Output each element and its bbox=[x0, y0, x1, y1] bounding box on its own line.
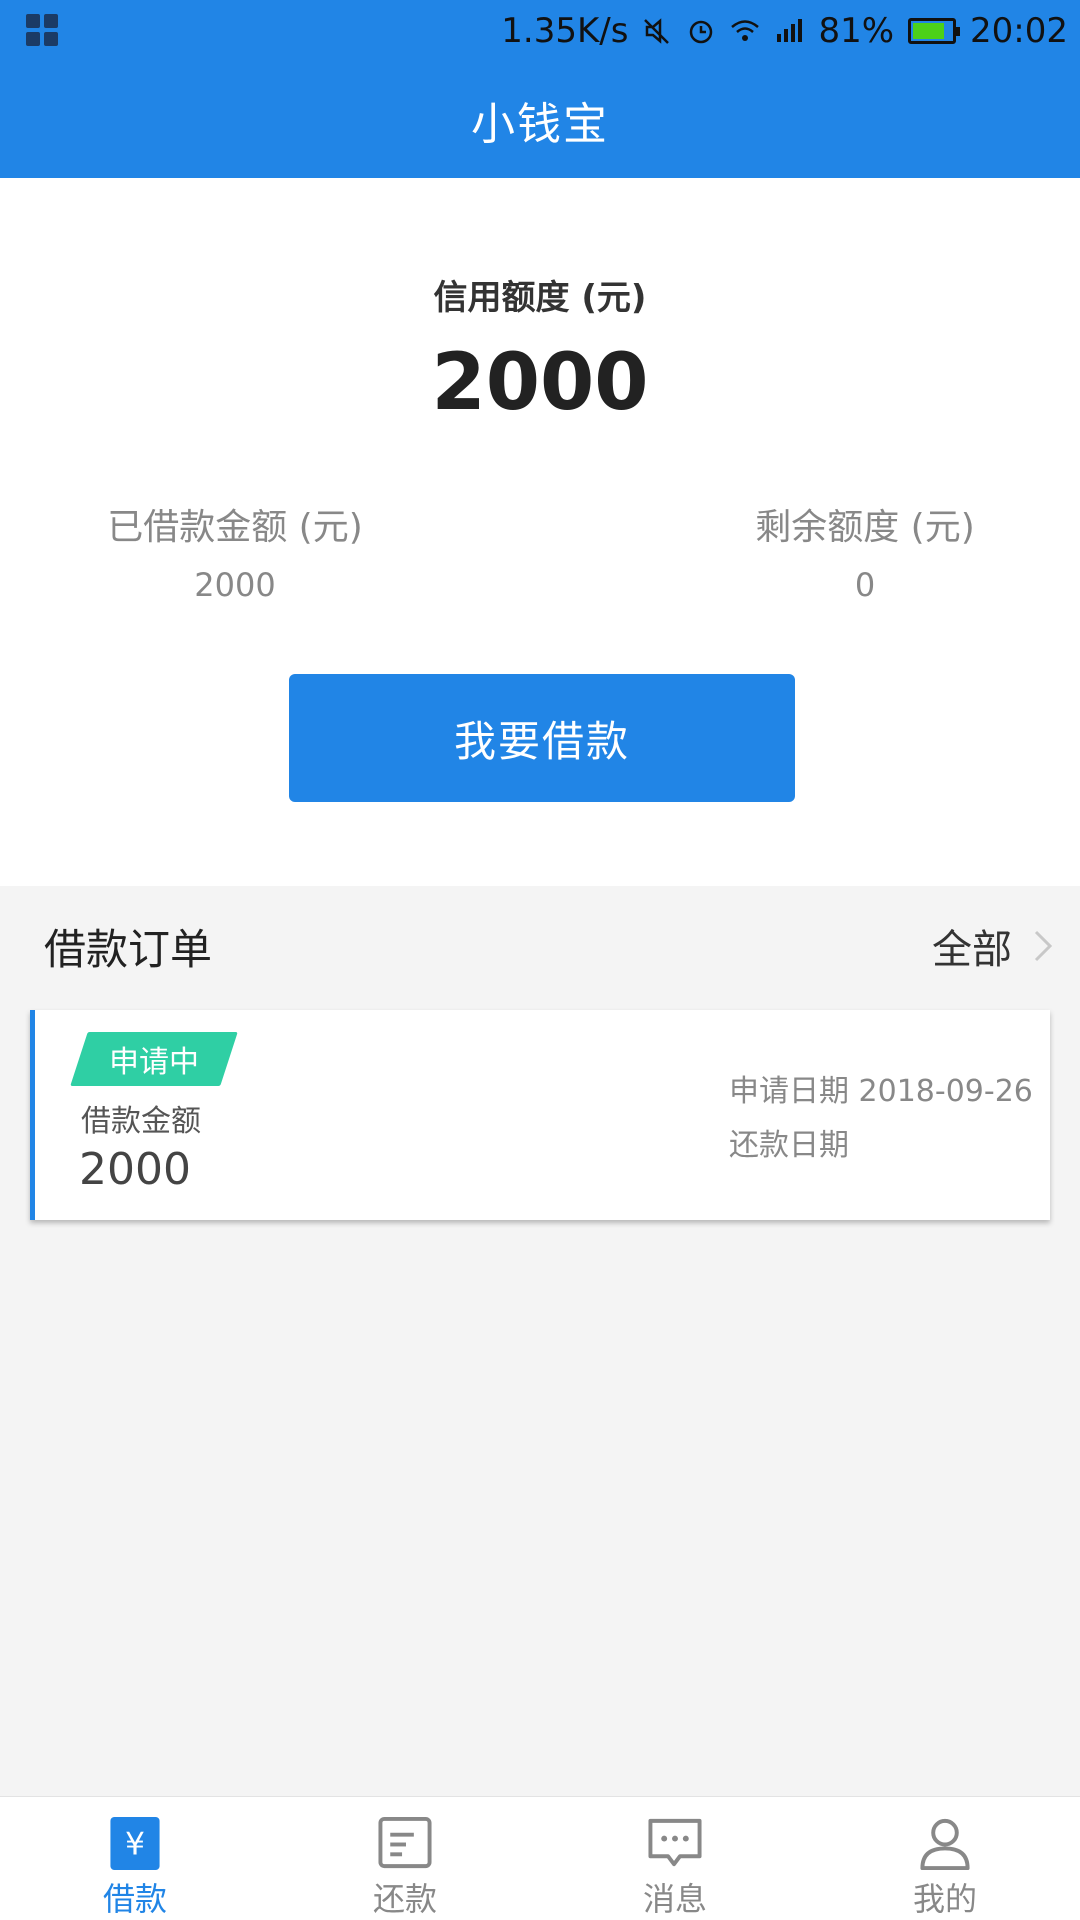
battery-icon bbox=[908, 18, 961, 44]
view-all-label: 全部 bbox=[932, 927, 1012, 973]
bottom-nav: ¥ 借款 还款 消息 我的 bbox=[0, 1796, 1080, 1920]
status-badge-label: 申请中 bbox=[109, 1045, 199, 1080]
nav-label-messages: 消息 bbox=[642, 1880, 707, 1918]
nav-item-messages[interactable]: 消息 bbox=[540, 1797, 810, 1920]
orders-title: 借款订单 bbox=[44, 924, 213, 974]
message-icon bbox=[648, 1818, 702, 1867]
mute-icon bbox=[644, 18, 670, 44]
remaining-value: 0 bbox=[854, 566, 876, 604]
credit-limit-amount: 2000 bbox=[431, 338, 649, 428]
nav-item-borrow[interactable]: ¥ 借款 bbox=[0, 1797, 270, 1920]
alarm-icon bbox=[690, 20, 713, 44]
clock: 20:02 bbox=[970, 11, 1068, 51]
borrow-button[interactable]: 我要借款 bbox=[289, 674, 795, 802]
nav-label-repay: 还款 bbox=[372, 1880, 437, 1918]
apply-date: 申请日期 2018-09-26 bbox=[729, 1074, 1033, 1109]
status-indicators: 1.35K/s 81% 20:02 bbox=[501, 11, 1068, 51]
repay-date: 还款日期 bbox=[729, 1128, 849, 1163]
network-speed: 1.35K/s bbox=[501, 11, 629, 51]
app-title: 小钱宝 bbox=[471, 99, 609, 150]
battery-percent: 81% bbox=[818, 11, 895, 51]
status-bar: 1.35K/s 81% 20:02 bbox=[0, 0, 1080, 62]
status-badge: 申请中 bbox=[70, 1032, 238, 1086]
wifi-icon bbox=[731, 20, 760, 41]
signal-icon bbox=[777, 19, 803, 42]
borrowed-label: 已借款金额 (元) bbox=[107, 507, 363, 548]
apps-grid-icon bbox=[26, 14, 60, 48]
credit-panel: 信用额度 (元) 2000 已借款金额 (元) 2000 剩余额度 (元) 0 … bbox=[0, 178, 1080, 886]
view-all-orders-link[interactable]: 全部 bbox=[932, 917, 1054, 975]
user-icon bbox=[920, 1818, 970, 1871]
nav-item-repay[interactable]: 还款 bbox=[270, 1797, 540, 1920]
loan-amount-value: 2000 bbox=[79, 1144, 191, 1195]
remaining-stat: 剩余额度 (元) 0 bbox=[755, 498, 975, 604]
loan-amount-label: 借款金额 bbox=[81, 1104, 201, 1139]
nav-label-borrow: 借款 bbox=[102, 1880, 167, 1918]
list-icon bbox=[378, 1816, 432, 1869]
nav-label-profile: 我的 bbox=[912, 1880, 977, 1918]
order-card[interactable]: 申请中 借款金额 2000 申请日期 2018-09-26 还款日期 bbox=[30, 1010, 1050, 1220]
chevron-right-icon bbox=[1034, 930, 1053, 962]
svg-text:¥: ¥ bbox=[125, 1826, 145, 1862]
borrowed-value: 2000 bbox=[194, 566, 276, 604]
remaining-label: 剩余额度 (元) bbox=[755, 507, 975, 548]
orders-header: 借款订单 全部 bbox=[0, 886, 1080, 1006]
nav-item-profile[interactable]: 我的 bbox=[810, 1797, 1080, 1920]
yuan-icon: ¥ bbox=[110, 1816, 160, 1871]
credit-limit-label: 信用额度 (元) bbox=[433, 278, 647, 318]
app-bar: 小钱宝 bbox=[0, 62, 1080, 178]
borrowed-stat: 已借款金额 (元) 2000 bbox=[105, 498, 365, 604]
